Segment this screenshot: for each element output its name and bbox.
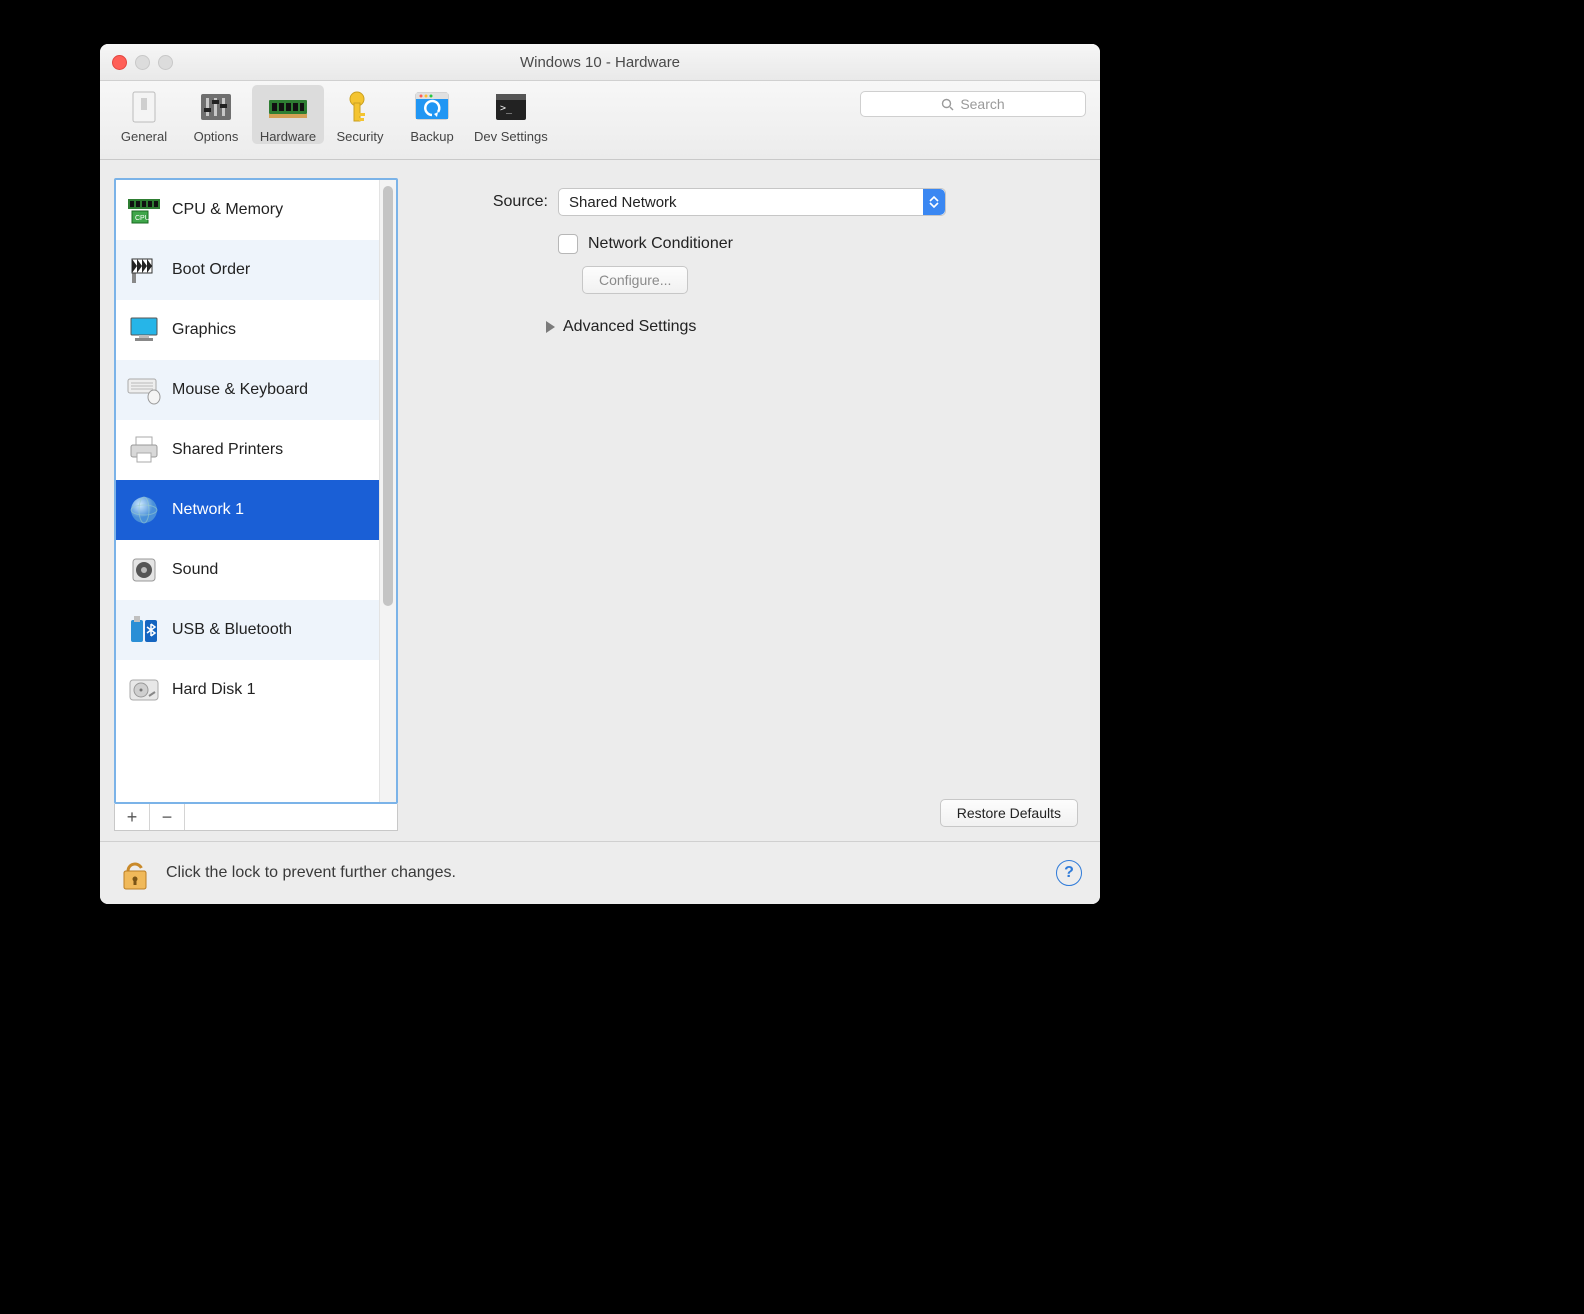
options-icon: [194, 87, 238, 127]
network-conditioner-label: Network Conditioner: [588, 235, 733, 253]
tab-general[interactable]: General: [108, 85, 180, 144]
tab-label: Backup: [410, 129, 453, 144]
content-area: CPU CPU & Memory Boot Order: [100, 160, 1100, 841]
sidebar-item-label: Hard Disk 1: [172, 681, 256, 699]
sidebar-scrollbar[interactable]: [379, 180, 396, 802]
footer: Click the lock to prevent further change…: [100, 841, 1100, 904]
lock-button[interactable]: [118, 853, 152, 893]
lock-hint-text: Click the lock to prevent further change…: [166, 864, 456, 882]
titlebar: Windows 10 - Hardware: [100, 44, 1100, 81]
advanced-settings-disclosure[interactable]: Advanced Settings: [546, 318, 1076, 336]
tab-hardware[interactable]: Hardware: [252, 85, 324, 144]
tab-label: Options: [194, 129, 239, 144]
configure-button[interactable]: Configure...: [582, 266, 688, 294]
help-button[interactable]: ?: [1056, 860, 1082, 886]
close-window-button[interactable]: [112, 55, 127, 70]
tab-label: Dev Settings: [474, 129, 548, 144]
tab-label: Security: [337, 129, 384, 144]
sidebar-item-label: Sound: [172, 561, 218, 579]
sidebar-item-shared-printers[interactable]: Shared Printers: [116, 420, 379, 480]
sidebar-item-boot-order[interactable]: Boot Order: [116, 240, 379, 300]
tab-dev-settings[interactable]: >_ Dev Settings: [468, 85, 554, 144]
sidebar-item-hard-disk-1[interactable]: Hard Disk 1: [116, 660, 379, 720]
tab-label: General: [121, 129, 167, 144]
minimize-window-button[interactable]: [135, 55, 150, 70]
add-device-button[interactable]: +: [115, 804, 150, 830]
sidebar-item-label: CPU & Memory: [172, 201, 283, 219]
svg-text:CPU: CPU: [135, 215, 150, 222]
add-remove-bar: + −: [114, 804, 398, 831]
usb-bluetooth-icon: [126, 612, 162, 648]
sound-icon: [126, 552, 162, 588]
disclosure-triangle-icon: [546, 321, 555, 333]
sidebar-item-sound[interactable]: Sound: [116, 540, 379, 600]
sidebar-item-label: Graphics: [172, 321, 236, 339]
network-conditioner-checkbox[interactable]: [558, 234, 578, 254]
source-select[interactable]: Shared Network: [558, 188, 946, 216]
sidebar-item-label: Mouse & Keyboard: [172, 381, 308, 399]
sidebar-item-label: Network 1: [172, 501, 244, 519]
source-label: Source:: [448, 193, 548, 211]
printer-icon: [126, 432, 162, 468]
sidebar-item-graphics[interactable]: Graphics: [116, 300, 379, 360]
source-value: Shared Network: [569, 194, 677, 211]
sidebar-item-usb-bluetooth[interactable]: USB & Bluetooth: [116, 600, 379, 660]
svg-text:>_: >_: [500, 103, 513, 114]
search-input[interactable]: Search: [860, 91, 1086, 117]
network-settings-panel: Source: Shared Network Network Condition…: [408, 178, 1086, 831]
graphics-icon: [126, 312, 162, 348]
tab-options[interactable]: Options: [180, 85, 252, 144]
sidebar-item-cpu-memory[interactable]: CPU CPU & Memory: [116, 180, 379, 240]
scrollbar-thumb[interactable]: [383, 186, 393, 606]
window-controls: [112, 55, 173, 70]
search-placeholder: Search: [960, 96, 1004, 112]
sidebar-item-label: Boot Order: [172, 261, 250, 279]
hard-disk-icon: [126, 672, 162, 708]
tab-backup[interactable]: Backup: [396, 85, 468, 144]
boot-order-icon: [126, 252, 162, 288]
remove-device-button[interactable]: −: [150, 804, 185, 830]
advanced-settings-label: Advanced Settings: [563, 318, 696, 336]
general-icon: [122, 87, 166, 127]
search-icon: [941, 98, 954, 111]
tab-label: Hardware: [260, 129, 316, 144]
select-stepper-icon: [923, 189, 945, 215]
mouse-keyboard-icon: [126, 372, 162, 408]
hardware-list: CPU CPU & Memory Boot Order: [114, 178, 398, 804]
sidebar-item-label: Shared Printers: [172, 441, 283, 459]
dev-settings-icon: >_: [489, 87, 533, 127]
sidebar-item-mouse-keyboard[interactable]: Mouse & Keyboard: [116, 360, 379, 420]
security-icon: [338, 87, 382, 127]
sidebar-item-label: USB & Bluetooth: [172, 621, 292, 639]
backup-icon: [410, 87, 454, 127]
zoom-window-button[interactable]: [158, 55, 173, 70]
hardware-icon: [266, 87, 310, 127]
window-title: Windows 10 - Hardware: [100, 54, 1100, 71]
network-icon: [126, 492, 162, 528]
toolbar: General Options Hardware Security: [100, 81, 1100, 160]
cpu-memory-icon: CPU: [126, 192, 162, 228]
tab-security[interactable]: Security: [324, 85, 396, 144]
sidebar-item-network-1[interactable]: Network 1: [116, 480, 379, 540]
preferences-window: Windows 10 - Hardware General Options: [100, 44, 1100, 904]
hardware-sidebar: CPU CPU & Memory Boot Order: [114, 178, 398, 831]
restore-defaults-button[interactable]: Restore Defaults: [940, 799, 1078, 827]
